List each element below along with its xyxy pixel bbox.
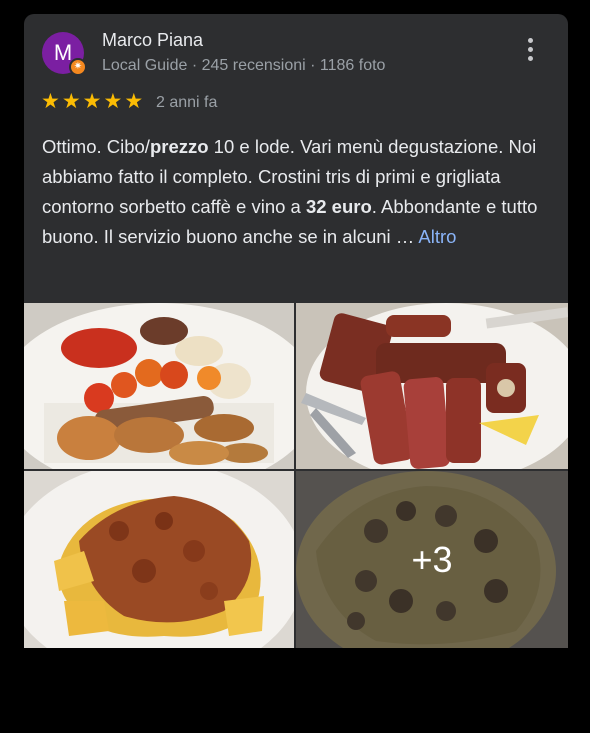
- read-more-link[interactable]: Altro: [418, 226, 456, 247]
- star-icon: ★: [124, 90, 144, 113]
- review-photo-pasta-mushrooms[interactable]: +3: [296, 471, 568, 648]
- review-photo-pasta-ragu[interactable]: [24, 471, 294, 648]
- review-photo-grilled-meat[interactable]: [296, 303, 568, 469]
- star-icon: ★: [61, 90, 81, 113]
- review-text: Ottimo. Cibo/prezzo 10 e lode. Vari menù…: [42, 136, 538, 247]
- more-vert-icon[interactable]: [524, 38, 536, 66]
- photo-grid: +3: [24, 303, 568, 648]
- rating-stars: ★ ★ ★ ★ ★: [41, 90, 144, 113]
- review-date: 2 anni fa: [156, 94, 218, 111]
- star-icon: ★: [41, 90, 60, 113]
- author-meta: Local Guide · 245 recensioni · 1186 foto: [102, 57, 386, 74]
- local-guide-badge-icon: ✷: [69, 58, 87, 76]
- star-icon: ★: [82, 90, 102, 113]
- more-photos-count[interactable]: +3: [296, 471, 568, 648]
- author-name[interactable]: Marco Piana: [102, 30, 203, 51]
- review-photo-grilled-vegetables[interactable]: [24, 303, 294, 469]
- review-card: M ✷ Marco Piana Local Guide · 245 recens…: [24, 14, 568, 648]
- star-icon: ★: [103, 90, 123, 113]
